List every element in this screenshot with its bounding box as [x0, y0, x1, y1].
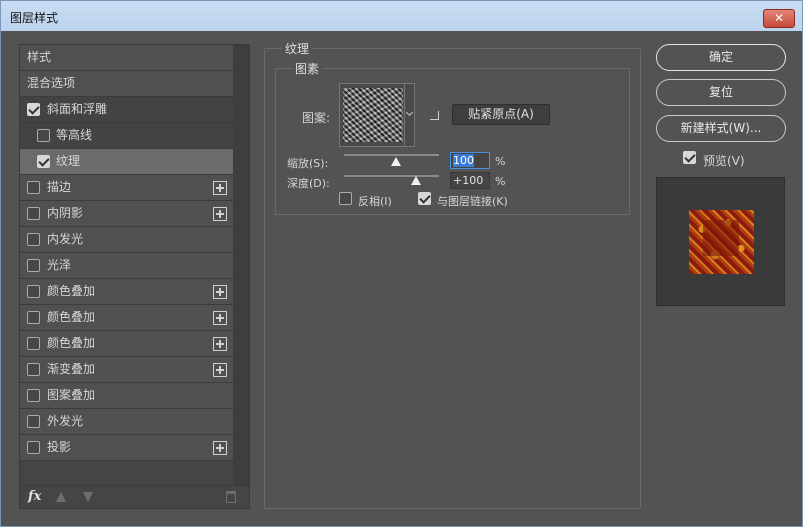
depth-input[interactable]: +100	[450, 172, 490, 189]
layer-style-dialog: 图层样式 ✕ 样式 混合选项 斜面和浮雕 等高线 纹理 描边 内阴影 内发光 光泽 颜色叠加颜…	[0, 0, 803, 527]
depth-label: 深度(D):	[287, 177, 330, 190]
styles-panel: 样式 混合选项 斜面和浮雕 等高线 纹理 描边 内阴影 内发光 光泽 颜色叠加 颜色叠加 颜色叠加…	[19, 44, 250, 509]
style-item-label: 投影	[47, 440, 72, 454]
style-item-0[interactable]: 斜面和浮雕	[20, 97, 233, 123]
link-with-layer-label: 与图层链接(K)	[437, 195, 508, 208]
style-item-label: 内发光	[47, 232, 84, 246]
style-item-checkbox[interactable]	[27, 337, 40, 350]
style-item-checkbox[interactable]	[37, 155, 50, 168]
style-item-label: 外发光	[47, 414, 84, 428]
style-item-checkbox[interactable]	[27, 415, 40, 428]
invert-checkbox[interactable]	[339, 192, 352, 205]
add-effect-icon[interactable]	[213, 363, 227, 377]
style-item-7[interactable]: 颜色叠加	[20, 279, 233, 305]
style-item-label: 等高线	[56, 128, 93, 142]
link-with-layer-checkbox[interactable]	[418, 192, 431, 205]
reset-button[interactable]: 复位	[656, 79, 786, 106]
title-bar: 图层样式 ✕	[1, 1, 802, 31]
new-preset-icon[interactable]	[430, 111, 439, 120]
pattern-thumbnail	[343, 88, 403, 142]
styles-header[interactable]: 样式	[20, 45, 233, 71]
scale-slider-thumb[interactable]	[391, 157, 402, 166]
add-effect-icon[interactable]	[213, 207, 227, 221]
depth-slider[interactable]	[344, 175, 439, 177]
style-item-9[interactable]: 颜色叠加	[20, 331, 233, 357]
new-style-button[interactable]: 新建样式(W)...	[656, 115, 786, 142]
style-item-label: 图案叠加	[47, 388, 96, 402]
preview-thumbnail-shade	[703, 220, 739, 256]
move-up-icon[interactable]	[56, 492, 66, 502]
style-item-checkbox[interactable]	[27, 233, 40, 246]
chevron-down-icon[interactable]	[404, 84, 415, 146]
style-list: 样式 混合选项 斜面和浮雕 等高线 纹理 描边 内阴影 内发光 光泽 颜色叠加 颜色叠加 颜色叠加…	[20, 45, 233, 461]
blend-options-item[interactable]: 混合选项	[20, 71, 233, 97]
add-effect-icon[interactable]	[213, 181, 227, 195]
style-item-label: 光泽	[47, 258, 72, 272]
add-effect-icon[interactable]	[213, 337, 227, 351]
depth-slider-thumb[interactable]	[411, 176, 422, 185]
style-item-label: 斜面和浮雕	[47, 102, 108, 116]
style-item-checkbox[interactable]	[27, 363, 40, 376]
style-item-13[interactable]: 投影	[20, 435, 233, 461]
style-item-3[interactable]: 描边	[20, 175, 233, 201]
scale-input[interactable]: 100	[450, 152, 490, 169]
fx-menu-button[interactable]: fx	[28, 489, 41, 504]
snap-to-origin-button[interactable]: 贴紧原点(A)	[452, 104, 550, 125]
style-item-12[interactable]: 外发光	[20, 409, 233, 435]
style-item-11[interactable]: 图案叠加	[20, 383, 233, 409]
blend-options-label: 混合选项	[27, 76, 76, 90]
move-down-icon[interactable]	[83, 492, 93, 502]
pattern-label: 图案:	[302, 111, 331, 125]
preview-checkbox[interactable]	[683, 151, 696, 164]
invert-label: 反相(I)	[358, 195, 392, 208]
style-item-label: 颜色叠加	[47, 284, 96, 298]
close-button[interactable]: ✕	[763, 9, 795, 28]
ok-button[interactable]: 确定	[656, 44, 786, 71]
style-item-checkbox[interactable]	[27, 389, 40, 402]
preview-label: 预览(V)	[703, 154, 745, 168]
window-title: 图层样式	[10, 11, 59, 25]
style-item-5[interactable]: 内发光	[20, 227, 233, 253]
add-effect-icon[interactable]	[213, 441, 227, 455]
add-effect-icon[interactable]	[213, 285, 227, 299]
scale-label: 缩放(S):	[287, 157, 329, 170]
style-item-checkbox[interactable]	[27, 181, 40, 194]
style-item-8[interactable]: 颜色叠加	[20, 305, 233, 331]
style-item-label: 纹理	[56, 154, 81, 168]
styles-header-label: 样式	[27, 50, 52, 64]
style-item-checkbox[interactable]	[27, 207, 40, 220]
preview-thumbnail	[689, 210, 754, 274]
style-item-label: 渐变叠加	[47, 362, 96, 376]
style-item-2[interactable]: 纹理	[20, 149, 233, 175]
style-item-checkbox[interactable]	[27, 259, 40, 272]
style-item-10[interactable]: 渐变叠加	[20, 357, 233, 383]
add-effect-icon[interactable]	[213, 311, 227, 325]
style-item-checkbox[interactable]	[37, 129, 50, 142]
style-item-label: 内阴影	[47, 206, 84, 220]
scale-value: 100	[453, 154, 474, 167]
style-item-label: 颜色叠加	[47, 336, 96, 350]
style-item-label: 颜色叠加	[47, 310, 96, 324]
style-item-label: 描边	[47, 180, 72, 194]
scale-slider[interactable]	[344, 154, 439, 156]
style-item-6[interactable]: 光泽	[20, 253, 233, 279]
scale-percent-sign: %	[495, 155, 506, 168]
style-preview	[656, 177, 785, 306]
depth-percent-sign: %	[495, 175, 506, 188]
scrollbar[interactable]	[233, 45, 249, 485]
texture-panel: 纹理 图素 图案: 贴紧原点(A) 缩放(S): 100 % 深度(D): +1…	[264, 40, 641, 509]
texture-group-title: 纹理	[282, 40, 313, 57]
style-item-checkbox[interactable]	[27, 441, 40, 454]
style-item-checkbox[interactable]	[27, 311, 40, 324]
style-item-4[interactable]: 内阴影	[20, 201, 233, 227]
elements-group-title: 图素	[292, 60, 323, 77]
styles-toolbar: fx	[20, 485, 249, 508]
style-item-checkbox[interactable]	[27, 285, 40, 298]
style-item-checkbox[interactable]	[27, 103, 40, 116]
pattern-picker[interactable]	[339, 83, 415, 147]
trash-icon[interactable]	[226, 491, 236, 503]
style-item-1[interactable]: 等高线	[20, 123, 233, 149]
elements-group: 图素 图案: 贴紧原点(A) 缩放(S): 100 % 深度(D): +100 …	[275, 60, 630, 215]
